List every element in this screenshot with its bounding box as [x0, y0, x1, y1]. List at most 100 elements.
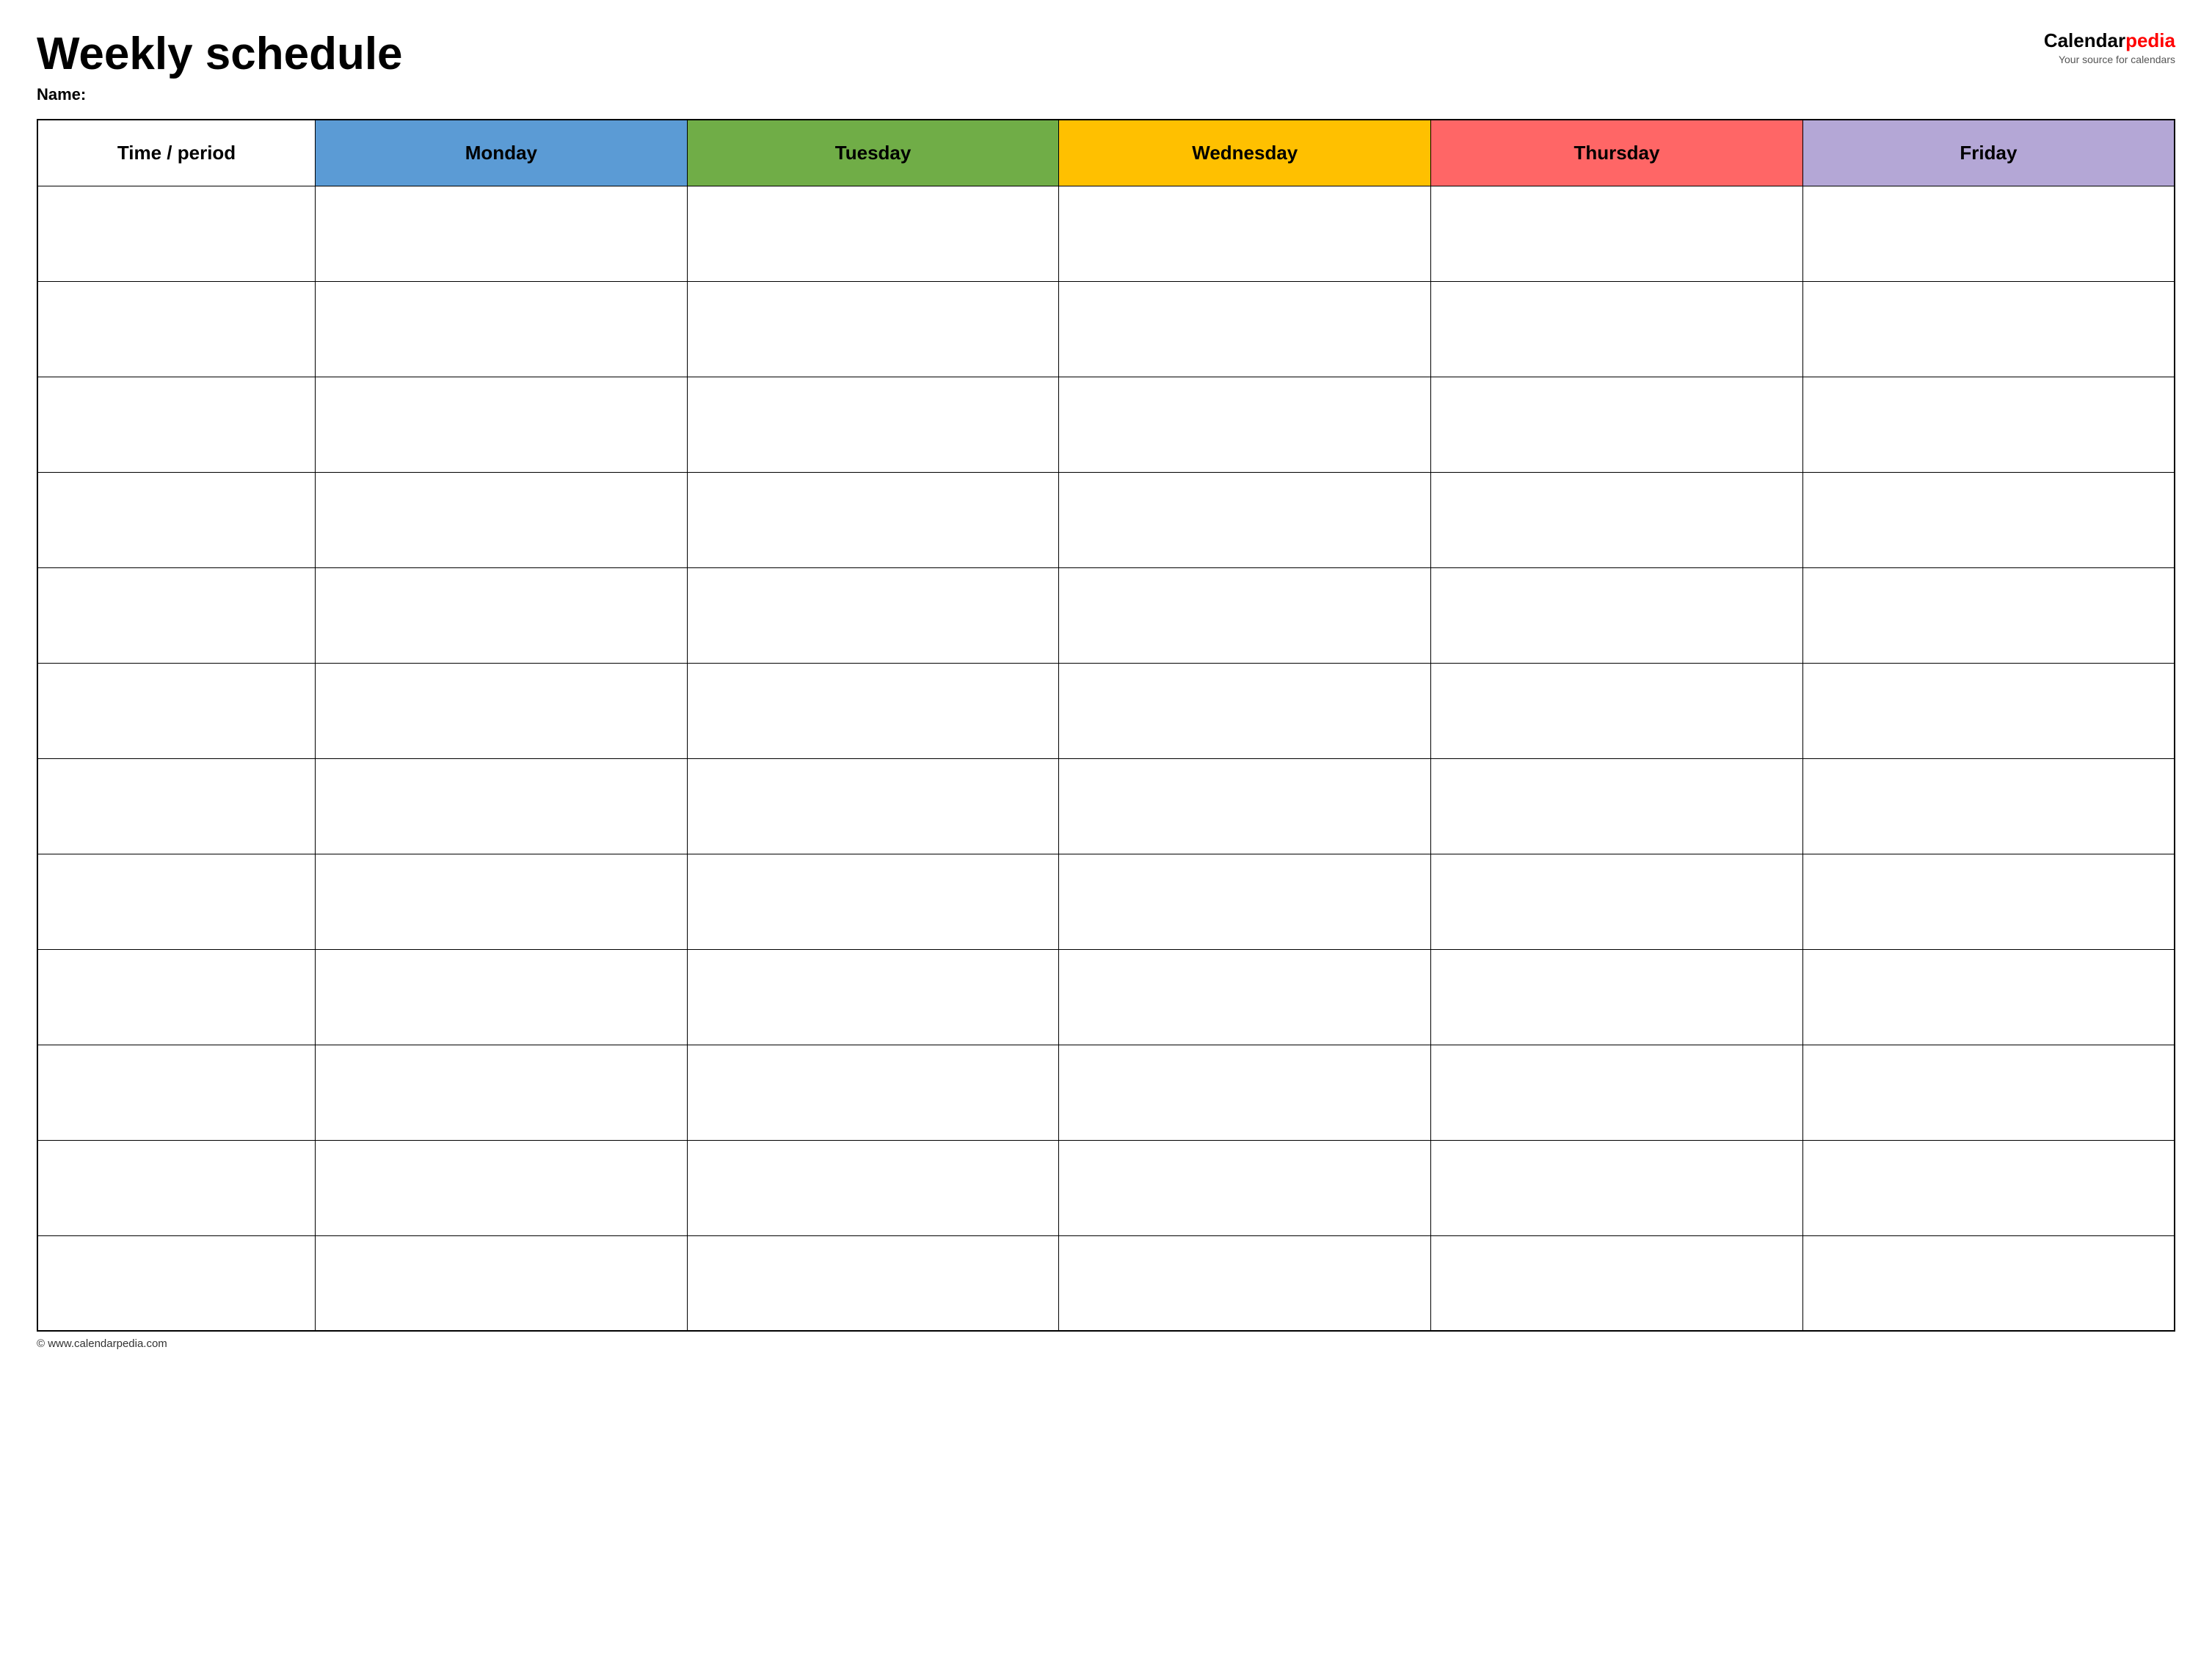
schedule-cell[interactable]	[1059, 186, 1431, 281]
schedule-cell[interactable]	[316, 377, 688, 472]
table-row[interactable]	[37, 281, 2175, 377]
time-cell[interactable]	[37, 472, 316, 567]
title-section: Weekly schedule Name:	[37, 29, 2044, 104]
time-cell[interactable]	[37, 186, 316, 281]
schedule-cell[interactable]	[1059, 567, 1431, 663]
table-row[interactable]	[37, 377, 2175, 472]
schedule-cell[interactable]	[687, 472, 1059, 567]
col-header-time: Time / period	[37, 120, 316, 186]
schedule-cell[interactable]	[1431, 377, 1803, 472]
schedule-cell[interactable]	[1059, 758, 1431, 854]
schedule-cell[interactable]	[1059, 472, 1431, 567]
schedule-cell[interactable]	[316, 949, 688, 1045]
schedule-cell[interactable]	[1059, 1140, 1431, 1235]
schedule-cell[interactable]	[687, 377, 1059, 472]
time-cell[interactable]	[37, 281, 316, 377]
schedule-cell[interactable]	[1802, 1045, 2175, 1140]
schedule-cell[interactable]	[1431, 949, 1803, 1045]
schedule-cell[interactable]	[1802, 472, 2175, 567]
schedule-cell[interactable]	[1802, 186, 2175, 281]
logo-section: Calendarpedia Your source for calendars	[2044, 29, 2175, 65]
schedule-cell[interactable]	[316, 1140, 688, 1235]
table-row[interactable]	[37, 472, 2175, 567]
time-cell[interactable]	[37, 1045, 316, 1140]
schedule-cell[interactable]	[1802, 281, 2175, 377]
schedule-cell[interactable]	[1431, 472, 1803, 567]
schedule-cell[interactable]	[316, 472, 688, 567]
logo-pedia: pedia	[2125, 29, 2175, 51]
time-cell[interactable]	[37, 758, 316, 854]
time-cell[interactable]	[37, 567, 316, 663]
schedule-cell[interactable]	[1059, 854, 1431, 949]
page-title: Weekly schedule	[37, 29, 2044, 79]
footer-url: © www.calendarpedia.com	[37, 1337, 167, 1350]
schedule-cell[interactable]	[1802, 377, 2175, 472]
schedule-cell[interactable]	[316, 758, 688, 854]
schedule-cell[interactable]	[1059, 1235, 1431, 1331]
schedule-cell[interactable]	[1431, 281, 1803, 377]
schedule-cell[interactable]	[1802, 567, 2175, 663]
logo-calendar: Calendar	[2044, 29, 2125, 51]
schedule-cell[interactable]	[1802, 854, 2175, 949]
footer: © www.calendarpedia.com	[37, 1337, 2175, 1350]
schedule-cell[interactable]	[1802, 1140, 2175, 1235]
schedule-cell[interactable]	[316, 567, 688, 663]
schedule-cell[interactable]	[687, 758, 1059, 854]
schedule-cell[interactable]	[687, 186, 1059, 281]
col-header-tuesday: Tuesday	[687, 120, 1059, 186]
schedule-cell[interactable]	[316, 1045, 688, 1140]
table-row[interactable]	[37, 949, 2175, 1045]
time-cell[interactable]	[37, 949, 316, 1045]
schedule-cell[interactable]	[1431, 1045, 1803, 1140]
col-header-wednesday: Wednesday	[1059, 120, 1431, 186]
schedule-cell[interactable]	[316, 186, 688, 281]
schedule-cell[interactable]	[687, 663, 1059, 758]
schedule-cell[interactable]	[1431, 758, 1803, 854]
schedule-cell[interactable]	[687, 949, 1059, 1045]
schedule-cell[interactable]	[1802, 1235, 2175, 1331]
schedule-cell[interactable]	[1059, 281, 1431, 377]
time-cell[interactable]	[37, 1235, 316, 1331]
schedule-cell[interactable]	[316, 854, 688, 949]
schedule-cell[interactable]	[316, 663, 688, 758]
schedule-cell[interactable]	[687, 1140, 1059, 1235]
table-row[interactable]	[37, 663, 2175, 758]
time-cell[interactable]	[37, 663, 316, 758]
table-row[interactable]	[37, 1045, 2175, 1140]
col-header-thursday: Thursday	[1431, 120, 1803, 186]
schedule-cell[interactable]	[1431, 1140, 1803, 1235]
schedule-cell[interactable]	[687, 567, 1059, 663]
schedule-cell[interactable]	[1059, 377, 1431, 472]
schedule-cell[interactable]	[1802, 663, 2175, 758]
schedule-table: Time / period Monday Tuesday Wednesday T…	[37, 119, 2175, 1332]
table-row[interactable]	[37, 758, 2175, 854]
schedule-cell[interactable]	[1431, 1235, 1803, 1331]
schedule-cell[interactable]	[687, 854, 1059, 949]
schedule-cell[interactable]	[1431, 186, 1803, 281]
table-row[interactable]	[37, 1140, 2175, 1235]
schedule-cell[interactable]	[1431, 567, 1803, 663]
time-cell[interactable]	[37, 1140, 316, 1235]
schedule-cell[interactable]	[687, 281, 1059, 377]
schedule-cell[interactable]	[1059, 1045, 1431, 1140]
schedule-cell[interactable]	[1059, 949, 1431, 1045]
schedule-cell[interactable]	[1802, 949, 2175, 1045]
schedule-cell[interactable]	[316, 281, 688, 377]
schedule-cell[interactable]	[1431, 854, 1803, 949]
time-cell[interactable]	[37, 854, 316, 949]
table-row[interactable]	[37, 1235, 2175, 1331]
schedule-cell[interactable]	[1431, 663, 1803, 758]
schedule-body	[37, 186, 2175, 1331]
schedule-cell[interactable]	[316, 1235, 688, 1331]
name-label: Name:	[37, 85, 2044, 104]
table-row[interactable]	[37, 186, 2175, 281]
logo-text: Calendarpedia	[2044, 29, 2175, 52]
schedule-cell[interactable]	[687, 1045, 1059, 1140]
col-header-friday: Friday	[1802, 120, 2175, 186]
schedule-cell[interactable]	[1802, 758, 2175, 854]
time-cell[interactable]	[37, 377, 316, 472]
schedule-cell[interactable]	[1059, 663, 1431, 758]
schedule-cell[interactable]	[687, 1235, 1059, 1331]
table-row[interactable]	[37, 567, 2175, 663]
table-row[interactable]	[37, 854, 2175, 949]
